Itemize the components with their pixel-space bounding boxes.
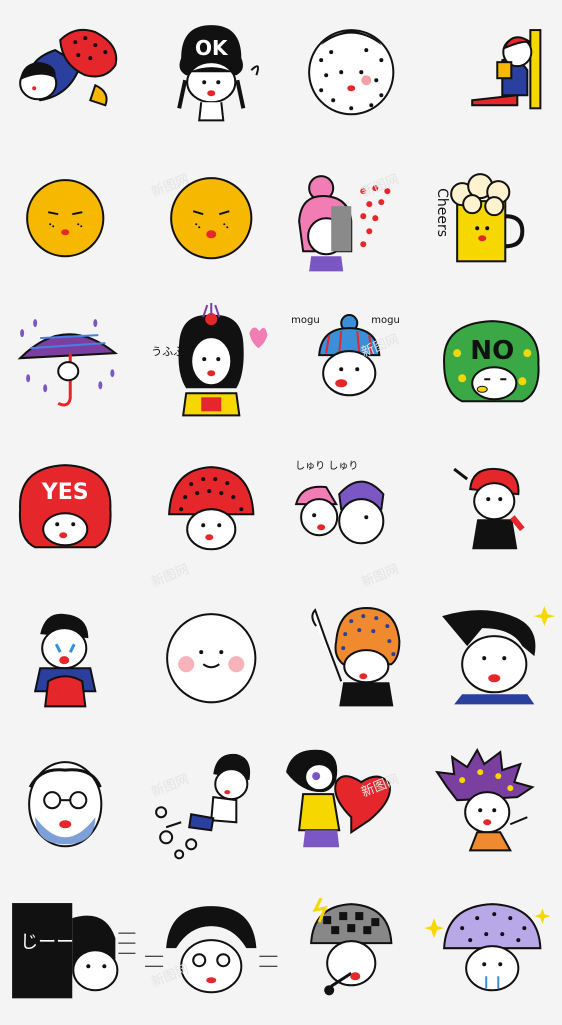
stare-sticker: じーー (0, 878, 141, 1024)
crying-sticker (0, 586, 141, 732)
star-hair-sticker (422, 732, 562, 878)
slick-hair-sticker (422, 586, 562, 732)
heart-sticker (281, 732, 422, 878)
cheek-rub-sticker: しゅり しゅり (281, 439, 422, 585)
round-face-sticker (141, 586, 282, 732)
yellow-face-sticker-1 (0, 146, 141, 292)
running-sticker (141, 732, 282, 878)
singing-sticker (281, 878, 422, 1024)
mogu-text-1: mogu (291, 315, 320, 326)
sticker-grid: OK Cheers うふふ mogu mogu NO YES しゅり しゅり じ… (0, 0, 562, 1025)
yellow-face-sticker-2 (141, 146, 282, 292)
kimono-sticker: うふふ (141, 293, 282, 439)
ok-text: OK (194, 36, 228, 60)
old-man-sticker (0, 732, 141, 878)
yes-text: YES (41, 480, 89, 505)
umbrella-sticker (0, 293, 141, 439)
mogu-sticker: mogu mogu (281, 293, 422, 439)
polka-sparkle-sticker (422, 878, 562, 1024)
waving-sticker (281, 586, 422, 732)
pink-hair-sticker (281, 146, 422, 292)
cheers-sticker: Cheers (422, 146, 562, 292)
mogu-text-2: mogu (371, 315, 400, 326)
dotted-hat-sticker (281, 0, 422, 146)
sticker-sheet: OK Cheers うふふ mogu mogu NO YES しゅり しゅり じ… (0, 0, 562, 1025)
yes-sticker: YES (0, 439, 141, 585)
hug-sticker (0, 0, 141, 146)
no-text: NO (470, 336, 514, 366)
no-sticker: NO (422, 293, 562, 439)
cheers-text: Cheers (434, 189, 450, 238)
mushroom-sticker (141, 439, 282, 585)
bob-glasses-sticker (141, 878, 282, 1024)
sitting-sticker (422, 439, 562, 585)
ok-sticker: OK (141, 0, 282, 146)
reading-sticker (422, 0, 562, 146)
jii-text: じーー (20, 933, 74, 954)
shuri-text: しゅり しゅり (295, 460, 358, 472)
